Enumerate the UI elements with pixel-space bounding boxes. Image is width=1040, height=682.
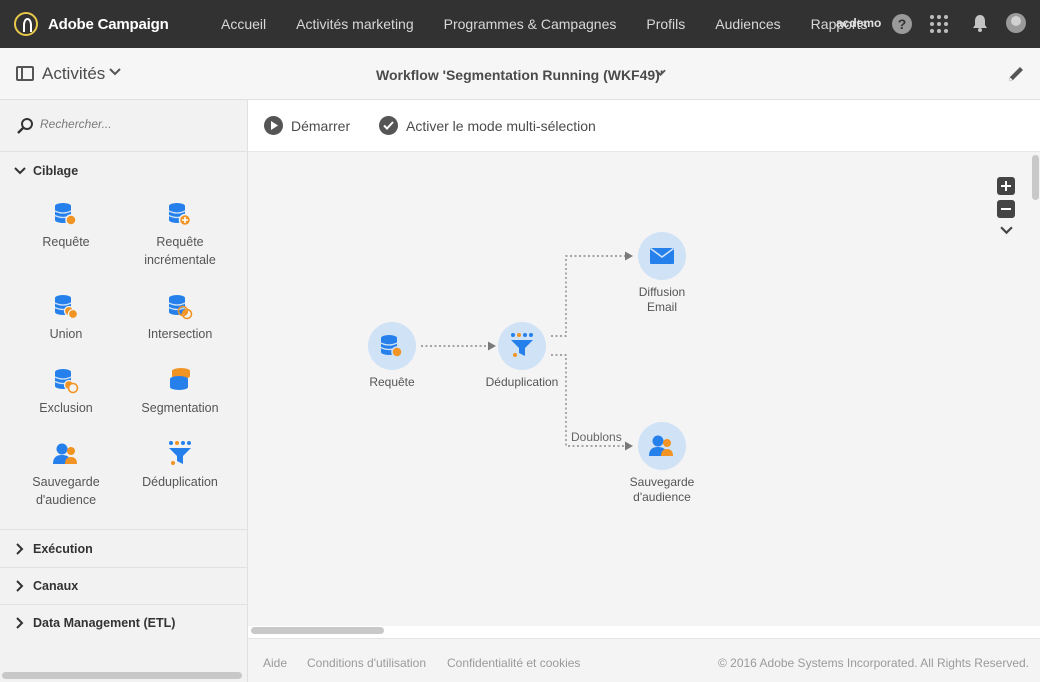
node-circle <box>368 322 416 370</box>
edge-label-doublons: Doublons <box>571 430 622 444</box>
footer-terms-link[interactable]: Conditions d'utilisation <box>307 656 426 670</box>
deduplication-icon <box>511 333 533 357</box>
query-icon <box>378 332 403 358</box>
node-deduplication[interactable]: Déduplication <box>472 322 572 390</box>
node-label: Diffusion Email <box>638 285 686 314</box>
node-sauvegarde-audience[interactable]: Sauvegarde d'audience <box>612 422 712 505</box>
zoom-in-button[interactable] <box>997 177 1015 195</box>
footer: Aide Conditions d'utilisation Confidenti… <box>248 638 1040 682</box>
node-diffusion-email[interactable]: Diffusion Email <box>612 232 712 315</box>
zoom-out-button[interactable] <box>997 200 1015 218</box>
node-circle <box>638 232 686 280</box>
save-audience-icon <box>649 435 673 456</box>
node-label: Requête <box>369 375 415 389</box>
node-circle <box>498 322 546 370</box>
node-circle <box>638 422 686 470</box>
footer-privacy-link[interactable]: Confidentialité et cookies <box>447 656 580 670</box>
email-envelope-icon <box>650 247 674 264</box>
footer-copyright: © 2016 Adobe Systems Incorporated. All R… <box>717 656 1029 670</box>
canvas-vertical-scrollbar[interactable] <box>1032 155 1039 200</box>
canvas-horizontal-scrollbar[interactable] <box>251 627 384 634</box>
plus-icon <box>1001 181 1011 191</box>
footer-help-link[interactable]: Aide <box>263 656 287 670</box>
minus-icon <box>1001 208 1011 210</box>
node-label: Sauvegarde d'audience <box>629 475 695 504</box>
node-requete[interactable]: Requête <box>342 322 442 390</box>
chevron-down-icon[interactable] <box>1000 226 1013 235</box>
node-label: Déduplication <box>485 375 559 389</box>
